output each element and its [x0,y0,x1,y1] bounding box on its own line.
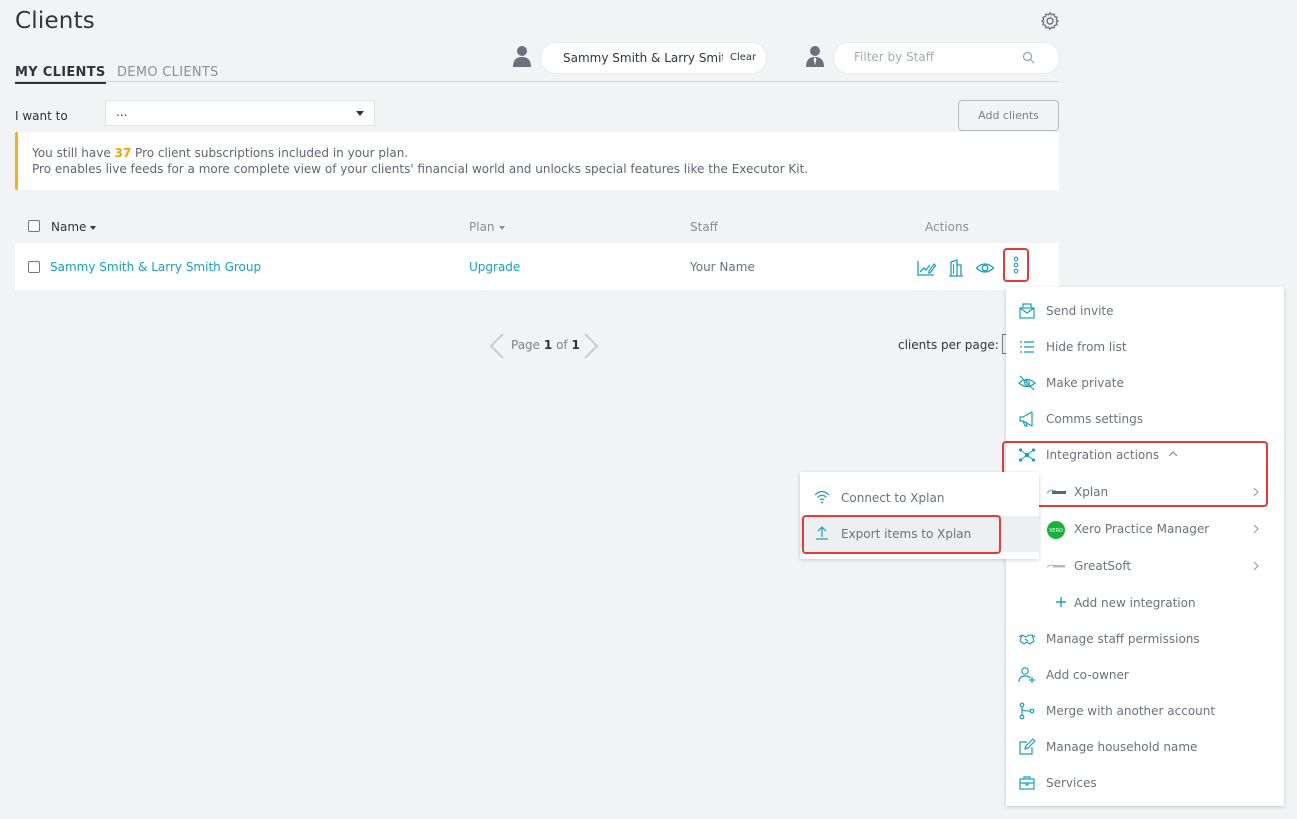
gear-icon[interactable] [1040,11,1060,31]
tab-demo-clients[interactable]: DEMO CLIENTS [117,65,219,80]
clients-per-page-label: clients per page: [898,338,999,352]
banner-line-1: You still have 37 Pro client subscriptio… [32,146,409,160]
i-want-to-label: I want to [15,109,68,123]
menu-item-xero-practice-manager[interactable]: XERO Xero Practice Manager [1006,511,1284,547]
staff-person-icon [805,45,825,67]
wifi-icon [814,489,830,505]
column-header-actions: Actions [925,220,969,234]
tabs-divider [15,81,1059,82]
page-indicator: Page 1 of 1 [511,338,580,352]
column-header-name[interactable]: Name [51,220,97,234]
subscription-count: 37 [114,146,132,160]
user-plus-icon [1018,666,1036,684]
integration-highlight [1002,441,1268,507]
upgrade-link[interactable]: Upgrade [469,260,520,274]
chevron-right-icon [1251,560,1261,572]
export-highlight [802,515,1001,554]
edit-icon [1018,738,1036,756]
clear-button[interactable]: Clear [730,52,756,63]
tab-my-clients[interactable]: MY CLIENTS [15,65,106,84]
banner-line-2: Pro enables live feeds for a more comple… [32,162,809,176]
actions-menu: Send invite Hide from list Make private … [1006,287,1284,806]
xero-logo-icon: XERO [1046,520,1065,539]
megaphone-icon [1018,410,1036,428]
pro-subscription-banner: You still have 37 Pro client subscriptio… [15,132,1059,190]
eye-icon[interactable] [975,258,995,278]
plus-icon [1054,595,1068,609]
client-filter-pill[interactable]: Sammy Smith & Larry Smith Group Clear [541,43,766,73]
add-clients-button[interactable]: Add clients [958,100,1059,131]
select-all-checkbox[interactable] [28,220,40,232]
staff-name: Your Name [690,260,755,274]
chart-edit-icon[interactable] [916,258,936,278]
next-page-icon[interactable] [583,332,601,360]
column-header-staff: Staff [690,220,718,234]
more-actions-button[interactable] [1003,248,1029,282]
page-title: Clients [15,8,95,34]
column-header-plan[interactable]: Plan [469,220,505,234]
merge-icon [1018,702,1036,720]
action-select-value: ... [116,105,128,119]
menu-item-manage-staff-permissions[interactable]: Manage staff permissions [1006,621,1284,657]
staff-filter-pill[interactable] [834,43,1059,73]
menu-item-comms-settings[interactable]: Comms settings [1006,401,1284,437]
row-checkbox[interactable] [28,261,40,273]
handshake-icon [1018,630,1036,648]
staff-filter-input[interactable] [854,50,1014,64]
greatsoft-logo-icon [1046,557,1065,575]
table-row: Sammy Smith & Larry Smith Group Upgrade … [15,243,1059,290]
client-filter-value: Sammy Smith & Larry Smith Group [563,51,723,65]
briefcase-icon [1018,774,1036,792]
caret-down-icon [356,111,364,116]
menu-item-add-co-owner[interactable]: Add co-owner [1006,657,1284,693]
client-person-icon [512,45,532,67]
menu-item-add-new-integration[interactable]: Add new integration [1006,585,1284,621]
menu-item-merge-account[interactable]: Merge with another account [1006,693,1284,729]
building-icon[interactable] [946,258,966,278]
submenu-item-connect-xplan[interactable]: Connect to Xplan [800,480,1039,516]
action-select[interactable]: ... [105,100,375,126]
svg-text:XERO: XERO [1049,528,1063,534]
list-icon [1018,338,1036,356]
menu-item-manage-household-name[interactable]: Manage household name [1006,729,1284,765]
menu-item-hide-from-list[interactable]: Hide from list [1006,329,1284,365]
menu-item-greatsoft[interactable]: GreatSoft [1006,548,1284,584]
menu-item-make-private[interactable]: Make private [1006,365,1284,401]
menu-item-services[interactable]: Services [1006,765,1284,801]
chevron-right-icon [1251,523,1261,535]
menu-item-send-invite[interactable]: Send invite [1006,293,1284,329]
search-icon[interactable] [1022,51,1035,64]
client-name-link[interactable]: Sammy Smith & Larry Smith Group [50,260,261,274]
envelope-icon [1018,302,1036,320]
eye-slash-icon [1018,374,1036,392]
prev-page-icon[interactable] [487,332,505,360]
